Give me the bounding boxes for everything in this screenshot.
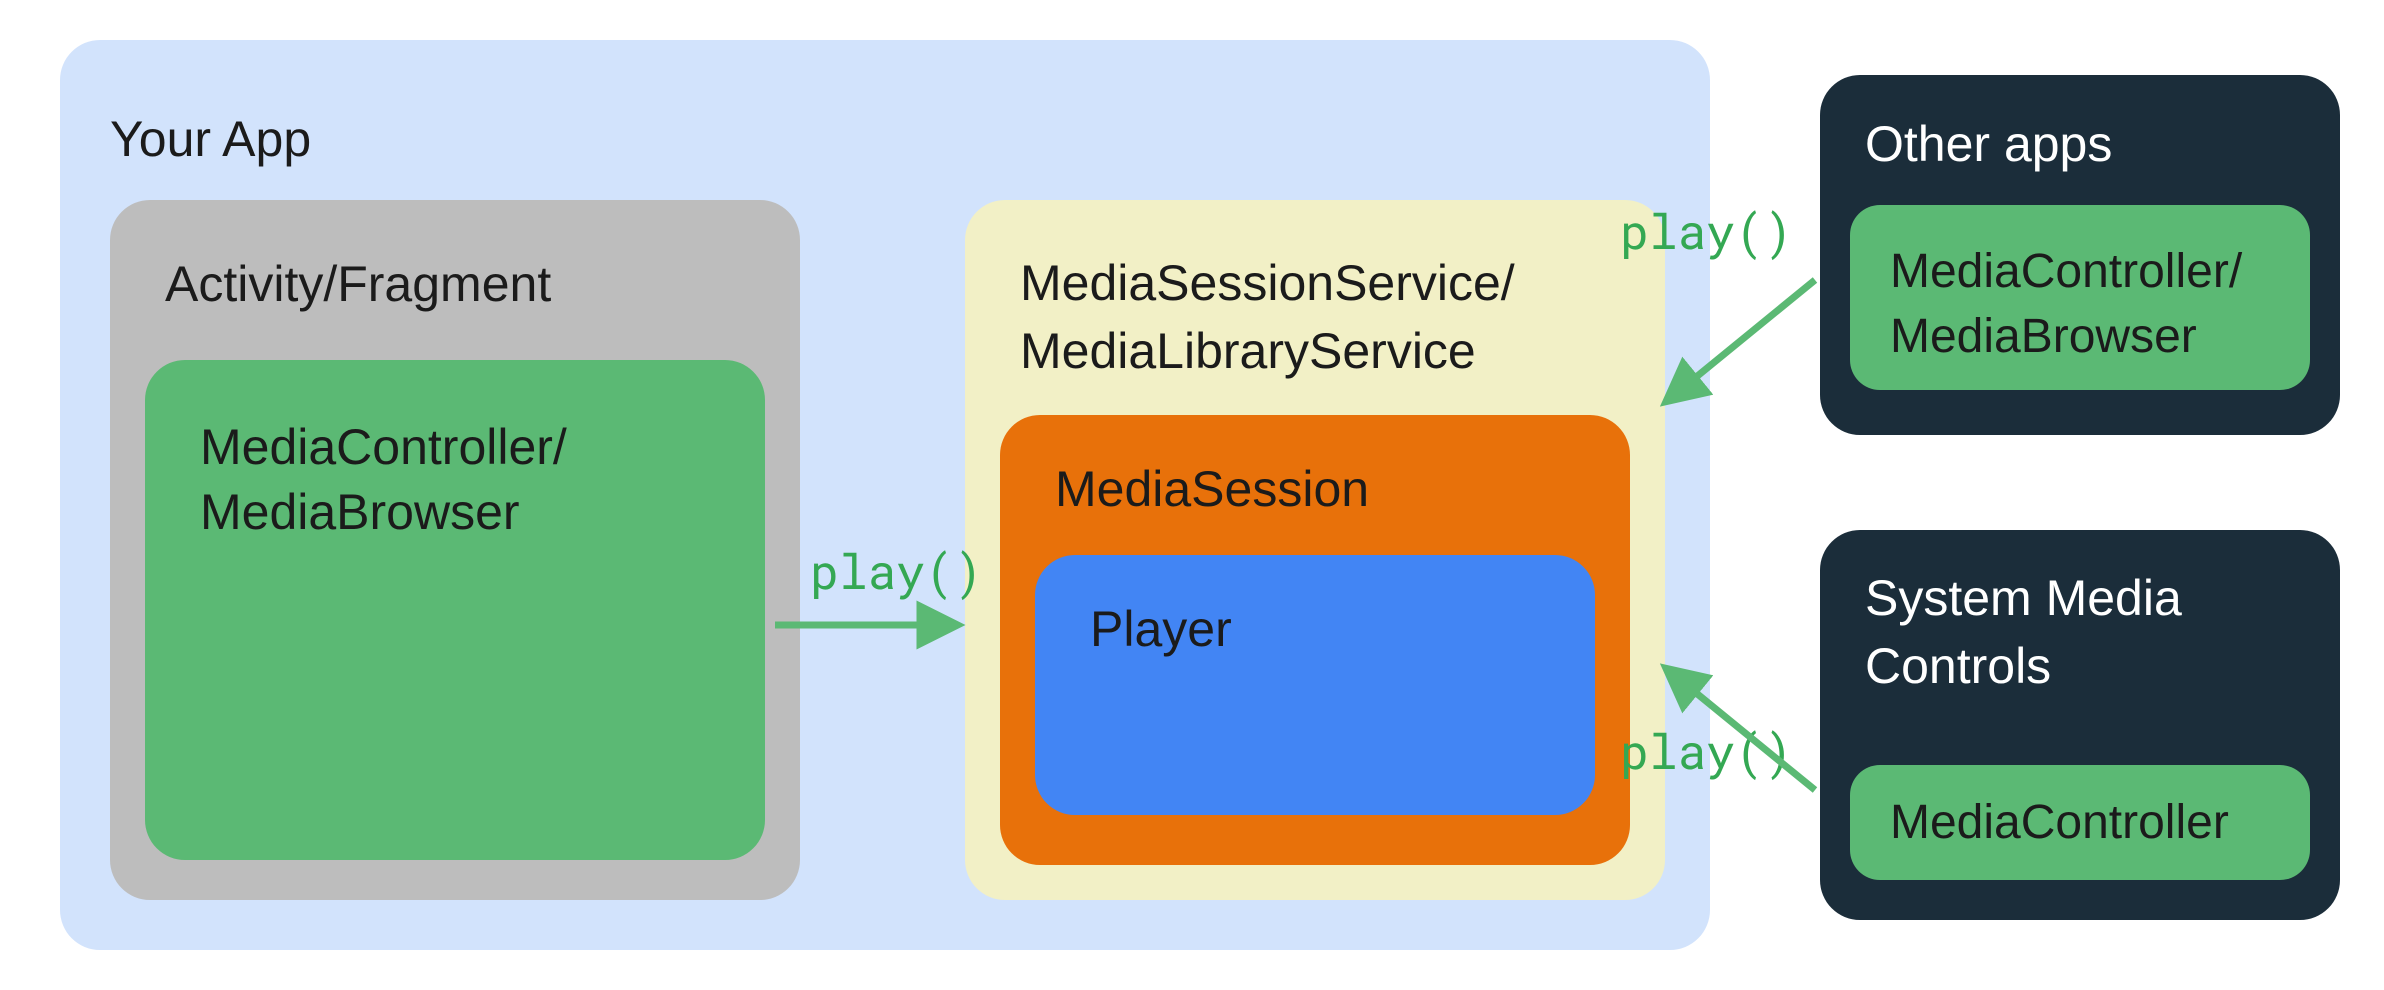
play-label-left: play() xyxy=(810,540,983,603)
media-service-box: MediaSessionService/ MediaLibraryService… xyxy=(965,200,1665,900)
system-controls-title: System Media Controls xyxy=(1865,565,2182,700)
play-label-bottom-right: play() xyxy=(1620,720,1793,783)
your-app-container: Your App Activity/Fragment MediaControll… xyxy=(60,40,1710,950)
player-box: Player xyxy=(1035,555,1595,815)
player-label: Player xyxy=(1090,600,1232,658)
your-app-title: Your App xyxy=(110,110,311,168)
activity-fragment-title: Activity/Fragment xyxy=(165,255,551,313)
diagram-canvas: Your App Activity/Fragment MediaControll… xyxy=(0,0,2384,990)
media-service-title: MediaSessionService/ MediaLibraryService xyxy=(1020,250,1515,385)
app-media-controller-label: MediaController/ MediaBrowser xyxy=(200,415,567,545)
system-controls-box: System Media Controls MediaController xyxy=(1820,530,2340,920)
other-apps-title: Other apps xyxy=(1865,115,2112,173)
media-session-label: MediaSession xyxy=(1055,460,1369,518)
other-apps-controller-box: MediaController/ MediaBrowser xyxy=(1850,205,2310,390)
activity-fragment-box: Activity/Fragment MediaController/ Media… xyxy=(110,200,800,900)
system-controls-controller-label: MediaController xyxy=(1890,795,2229,850)
media-session-box: MediaSession Player xyxy=(1000,415,1630,865)
app-media-controller-box: MediaController/ MediaBrowser xyxy=(145,360,765,860)
system-controls-controller-box: MediaController xyxy=(1850,765,2310,880)
other-apps-controller-label: MediaController/ MediaBrowser xyxy=(1890,240,2242,370)
other-apps-box: Other apps MediaController/ MediaBrowser xyxy=(1820,75,2340,435)
play-label-top-right: play() xyxy=(1620,200,1793,263)
